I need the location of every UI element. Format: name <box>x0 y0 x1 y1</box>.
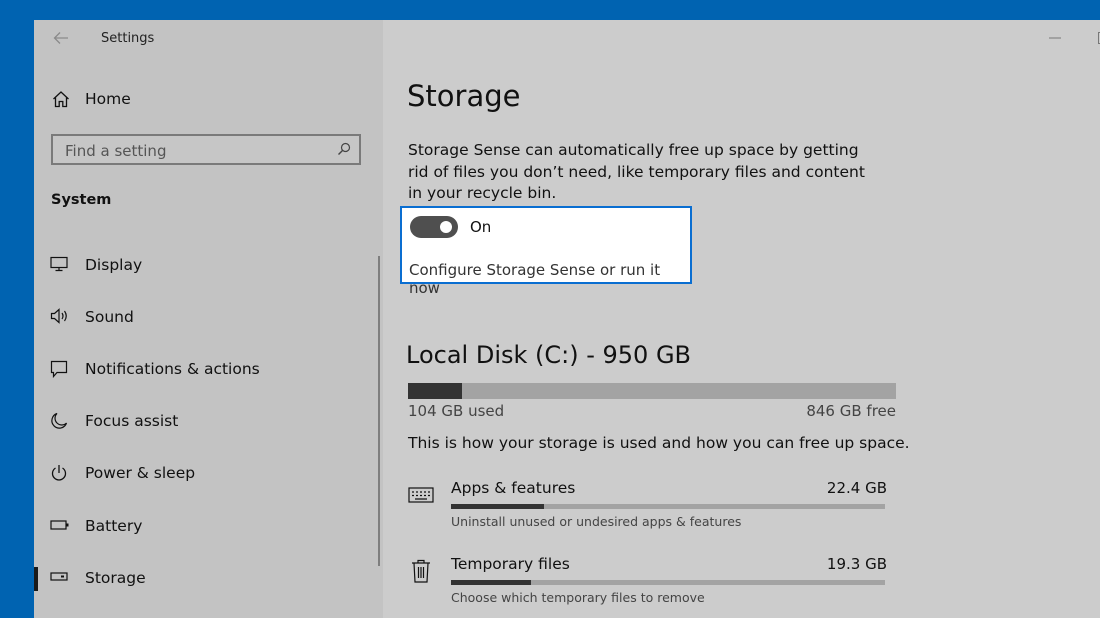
category-name: Apps & features <box>451 479 576 497</box>
sidebar-scrollbar[interactable] <box>378 256 380 566</box>
disk-usage-bar <box>408 383 896 399</box>
sidebar-item-label: Notifications & actions <box>85 360 260 378</box>
category-subtitle: Choose which temporary files to remove <box>451 590 705 605</box>
notification-icon <box>50 360 68 378</box>
section-title: System <box>51 192 112 208</box>
maximize-button[interactable] <box>1094 28 1100 48</box>
category-apps-features[interactable]: Apps & features 22.4 GB Uninstall unused… <box>407 479 887 549</box>
home-icon <box>52 90 70 108</box>
configure-storage-sense-link[interactable]: Configure Storage Sense or run it now <box>409 261 690 297</box>
nav-home[interactable]: Home <box>34 78 383 118</box>
category-usage-fill <box>451 504 545 509</box>
storage-drive-icon <box>50 572 68 582</box>
sidebar-item-label: Sound <box>85 308 134 326</box>
power-icon <box>50 464 68 482</box>
sidebar-item-power-sleep[interactable]: Power & sleep <box>34 453 379 493</box>
toggle-state-label: On <box>470 218 492 236</box>
category-name: Temporary files <box>451 555 570 573</box>
home-label: Home <box>85 90 131 108</box>
disk-title: Local Disk (C:) - 950 GB <box>406 341 691 369</box>
sidebar-item-sound[interactable]: Sound <box>34 297 379 337</box>
sidebar: Settings Home System Display Sound <box>34 20 383 618</box>
trash-icon <box>410 559 432 583</box>
sidebar-item-label: Storage <box>85 569 146 587</box>
sidebar-item-label: Battery <box>85 517 143 535</box>
back-arrow-icon <box>53 31 69 45</box>
monitor-icon <box>50 256 68 272</box>
toggle-knob <box>440 221 452 233</box>
page-title: Storage <box>407 79 521 113</box>
keyboard-icon <box>408 487 434 505</box>
storage-sense-panel: On Configure Storage Sense or run it now <box>400 206 692 297</box>
sidebar-item-notifications[interactable]: Notifications & actions <box>34 349 379 389</box>
main-content: Storage Storage Sense can automatically … <box>383 20 1100 618</box>
app-title: Settings <box>101 31 155 46</box>
usage-description: This is how your storage is used and how… <box>408 434 910 452</box>
category-usage-bar <box>451 504 885 509</box>
sidebar-item-display[interactable]: Display <box>34 245 379 285</box>
storage-sense-toggle[interactable] <box>410 216 458 238</box>
category-subtitle: Uninstall unused or undesired apps & fea… <box>451 514 742 529</box>
sidebar-item-label: Power & sleep <box>85 464 196 482</box>
category-usage-fill <box>451 580 532 585</box>
disk-usage-fill <box>408 383 462 399</box>
category-temporary-files[interactable]: Temporary files 19.3 GB Choose which tem… <box>407 555 887 618</box>
selection-indicator <box>34 567 38 591</box>
disk-free-label: 846 GB free <box>806 402 896 420</box>
back-button[interactable] <box>50 29 72 47</box>
category-usage-bar <box>451 580 885 585</box>
search-input[interactable] <box>63 140 327 162</box>
minimize-button[interactable] <box>1045 28 1065 48</box>
sidebar-item-label: Focus assist <box>85 412 179 430</box>
minimize-icon <box>1049 37 1061 39</box>
sidebar-item-battery[interactable]: Battery <box>34 506 379 546</box>
category-size: 22.4 GB <box>826 479 887 497</box>
category-size: 19.3 GB <box>826 555 887 573</box>
settings-window: Settings Home System Display Sound <box>34 20 1100 618</box>
sidebar-item-focus-assist[interactable]: Focus assist <box>34 401 379 441</box>
sidebar-item-storage[interactable]: Storage <box>34 558 379 598</box>
battery-icon <box>50 519 70 531</box>
moon-icon <box>50 412 68 430</box>
speaker-icon <box>50 308 70 324</box>
search-box[interactable] <box>51 134 361 165</box>
disk-used-label: 104 GB used <box>408 402 505 420</box>
search-icon[interactable] <box>337 142 351 156</box>
sidebar-item-label: Display <box>85 256 143 274</box>
storage-sense-description: Storage Sense can automatically free up … <box>408 141 865 202</box>
